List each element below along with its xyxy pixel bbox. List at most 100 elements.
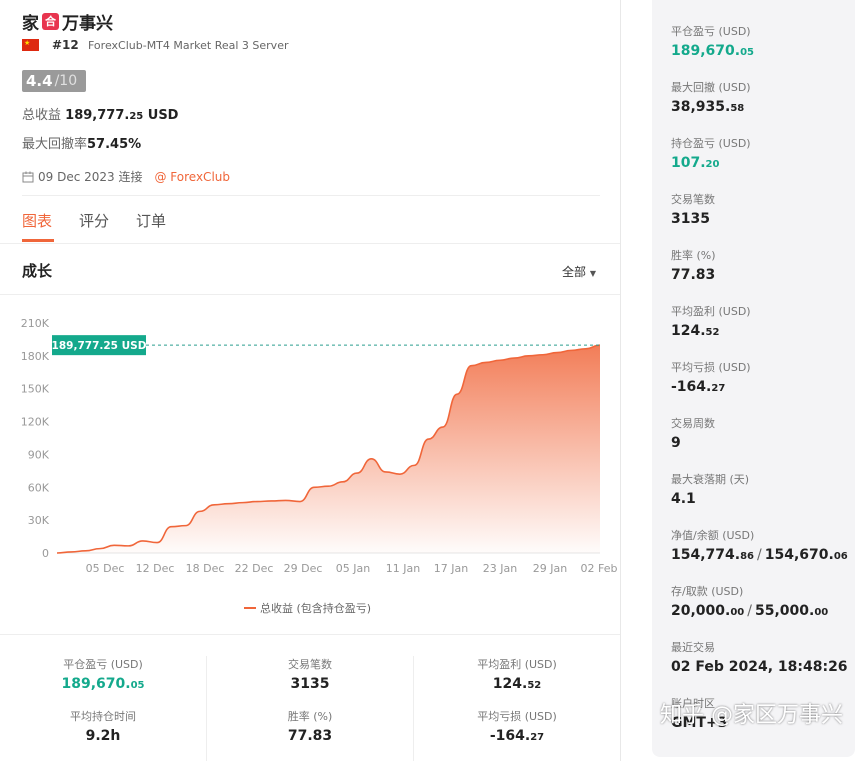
y-tick-label: 30K (28, 514, 50, 527)
watermark: 知乎 @家区万事兴 (660, 703, 843, 728)
score-max: /10 (54, 73, 78, 89)
china-flag-icon (22, 39, 39, 51)
x-tick-label: 11 Jan (386, 562, 420, 575)
section-divider (0, 294, 620, 295)
x-tick-label: 23 Jan (483, 562, 517, 575)
total-profit-dec: 25 (129, 111, 144, 122)
side-stat-label: 持仓盈亏 (USD) (671, 137, 751, 150)
connected-date: 09 Dec 2023 连接 (38, 170, 143, 184)
total-profit-int: 189,777. (65, 108, 130, 123)
side-stat-value: 124.52 (671, 323, 720, 339)
side-stat: 平仓盈亏 (USD) 189,670.05 (671, 23, 754, 59)
y-tick-label: 180K (21, 350, 50, 363)
side-stat-label: 存/取款 (USD) (671, 585, 744, 598)
max-drawdown-label: 最大回撤率 (22, 137, 88, 152)
title-part1: 家 (22, 14, 39, 34)
side-stat-label: 交易周数 (671, 417, 715, 430)
score-badge: 4.4/10 (22, 70, 86, 92)
rank: #12 (52, 38, 79, 52)
score-value: 4.4 (26, 72, 53, 90)
stat-value: 77.83 (287, 728, 333, 744)
x-tick-label: 12 Dec (136, 562, 175, 575)
active-tab-indicator (22, 239, 54, 242)
side-stat: 平均亏损 (USD) -164.27 (671, 359, 751, 395)
side-stat-label: 净值/余额 (USD) (671, 529, 755, 542)
side-stat: 最大衰落期 (天) 4.1 (671, 471, 749, 507)
stat-value: -164.27 (489, 728, 545, 744)
title-badge: 合 (42, 13, 59, 30)
y-tick-label: 120K (21, 416, 50, 429)
section-title: 成长 (22, 262, 53, 280)
stat-label: 平均亏损 (USD) (477, 710, 557, 723)
x-tick-label: 29 Jan (533, 562, 567, 575)
bottom-stat: 平仓盈亏 (USD) 189,670.05 (0, 656, 206, 692)
side-stat-value: 02 Feb 2024, 18:48:26 (671, 659, 848, 675)
side-stat-label: 交易笔数 (671, 193, 715, 206)
calendar-icon (22, 171, 34, 182)
total-profit-label: 总收益 (22, 108, 62, 123)
tab-rating[interactable]: 评分 (79, 210, 109, 231)
side-stat-value: 4.1 (671, 491, 696, 507)
bottom-stat: 平均持仓时间 9.2h (0, 708, 206, 744)
max-drawdown-value: 57.45% (87, 137, 142, 152)
side-stat-value: 38,935.58 (671, 99, 745, 115)
side-stat-value: 9 (671, 435, 681, 451)
range-dropdown[interactable]: 全部 ▼ (562, 263, 596, 280)
account-detail-panel: 家合万事兴 #12 ForexClub-MT4 Market Real 3 Se… (0, 0, 621, 761)
broker-link[interactable]: @ ForexClub (154, 170, 230, 184)
x-tick-label: 05 Dec (86, 562, 125, 575)
stat-value: 9.2h (85, 728, 121, 744)
side-stat-label: 最大衰落期 (天) (671, 473, 750, 486)
side-stat: 交易笔数 3135 (671, 191, 715, 227)
side-stat-label: 最大回撤 (USD) (671, 81, 751, 94)
bottom-stat: 平均亏损 (USD) -164.27 (414, 708, 620, 744)
bottom-stat: 平均盈利 (USD) 124.52 (414, 656, 620, 692)
side-stat-value: 189,670.05 (671, 43, 755, 59)
y-tick-label: 150K (21, 383, 50, 396)
max-drawdown: 最大回撤率57.45% (22, 133, 141, 152)
side-stat-value: -164.27 (671, 379, 726, 395)
stat-value: 189,670.05 (61, 676, 145, 692)
bottom-stat: 交易笔数 3135 (207, 656, 413, 692)
side-stat-label: 平均亏损 (USD) (671, 361, 751, 374)
growth-chart: 210K 180K 150K 120K 90K 60K 30K 0 05 Dec 12 Dec 18… (21, 317, 618, 575)
x-tick-label: 05 Jan (336, 562, 370, 575)
side-stat: 最近交易 02 Feb 2024, 18:48:26 (671, 639, 848, 675)
side-stat: 胜率 (%) 77.83 (671, 247, 716, 283)
y-tick-label: 60K (28, 481, 50, 494)
caret-down-icon: ▼ (589, 269, 596, 278)
side-stat: 存/取款 (USD) 20,000.00/55,000.00 (671, 583, 828, 619)
chart-legend[interactable]: 总收益 (包含持仓盈亏) (244, 600, 371, 616)
side-stat-label: 最近交易 (671, 641, 715, 654)
side-stat-label: 平仓盈亏 (USD) (671, 25, 751, 38)
side-stat-value: 154,774.86/154,670.06 (671, 547, 848, 563)
side-stat: 最大回撤 (USD) 38,935.58 (671, 79, 751, 115)
stat-value: 3135 (290, 676, 330, 692)
side-stat: 持仓盈亏 (USD) 107.20 (671, 135, 751, 171)
side-stat: 净值/余额 (USD) 154,774.86/154,670.06 (671, 527, 848, 563)
stat-value: 124.52 (492, 676, 542, 692)
x-tick-label: 29 Dec (284, 562, 323, 575)
range-value: 全部 (562, 265, 587, 279)
side-stat-value: 77.83 (671, 267, 716, 283)
tab-chart[interactable]: 图表 (22, 210, 52, 231)
side-stat-value: 107.20 (671, 155, 720, 171)
side-stat-value: 3135 (671, 211, 710, 227)
stat-label: 平均持仓时间 (70, 710, 136, 723)
bottom-stat: 胜率 (%) 77.83 (207, 708, 413, 744)
x-tick-label: 18 Dec (186, 562, 225, 575)
stat-label: 胜率 (%) (287, 710, 333, 723)
side-stat: 平均盈利 (USD) 124.52 (671, 303, 751, 339)
x-tick-label: 17 Jan (434, 562, 468, 575)
legend-label: 总收益 (包含持仓盈亏) (260, 602, 372, 615)
server-name: ForexClub-MT4 Market Real 3 Server (88, 39, 289, 52)
total-profit-unit: USD (143, 108, 179, 123)
side-stat-label: 平均盈利 (USD) (671, 305, 751, 318)
x-tick-label: 02 Feb (581, 562, 618, 575)
total-profit: 总收益 189,777.25 USD (22, 104, 178, 123)
side-stat-label: 胜率 (%) (671, 249, 716, 262)
legend-swatch (244, 607, 256, 609)
tab-orders[interactable]: 订单 (136, 210, 166, 231)
stats-sidebar: 平仓盈亏 (USD) 189,670.05 最大回撤 (USD) 38,935.58 持… (652, 0, 855, 757)
y-tick-label: 0 (42, 547, 49, 560)
